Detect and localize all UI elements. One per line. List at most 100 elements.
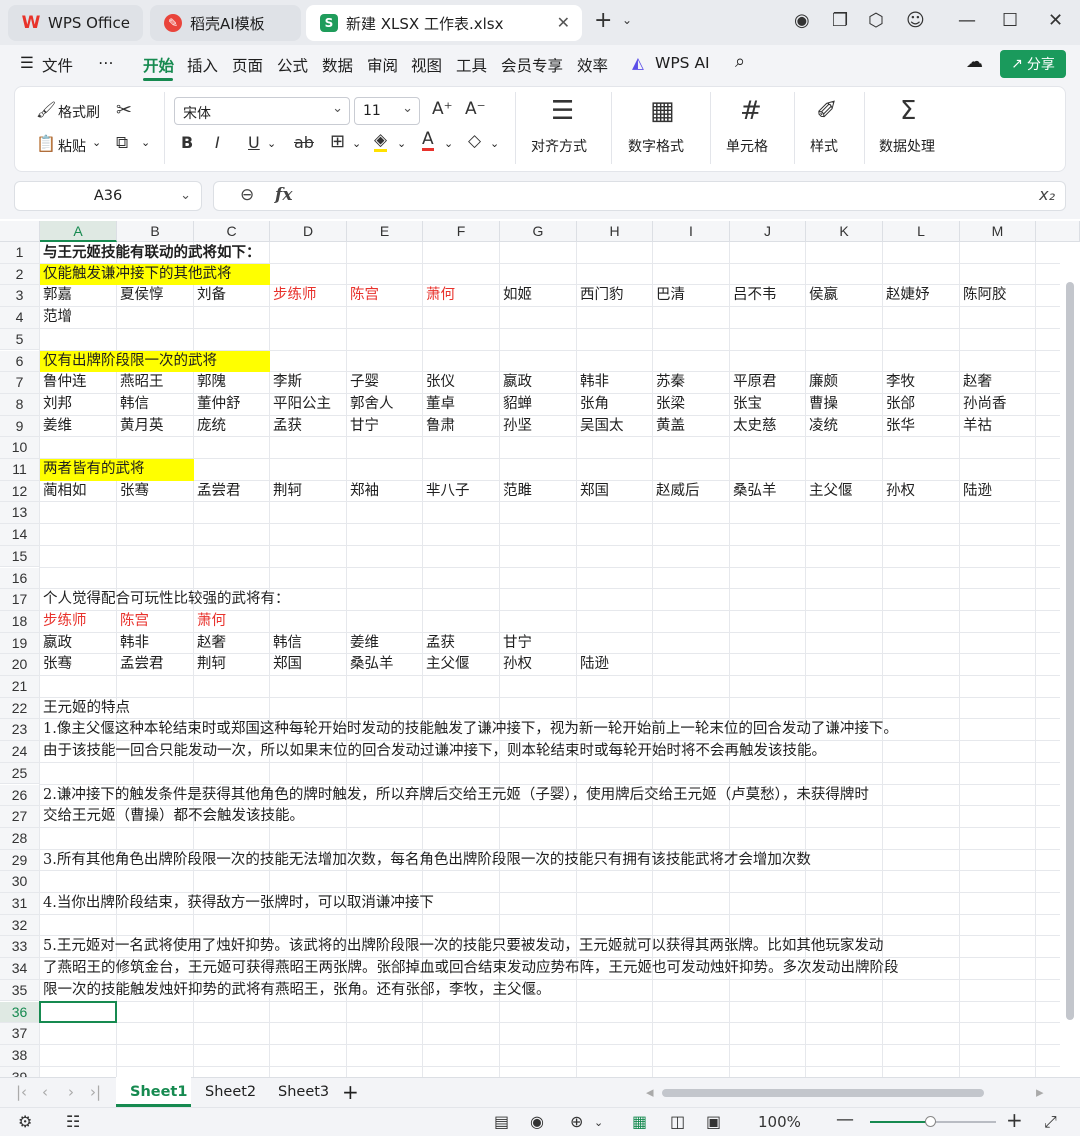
cell-f9[interactable]: 鲁肃 (423, 416, 455, 438)
name-box[interactable]: A36 ⌄ (14, 181, 202, 211)
cell-e20[interactable]: 桑弘羊 (347, 654, 394, 676)
cell-d20[interactable]: 郑国 (270, 654, 302, 676)
row-header-5[interactable]: 5 (0, 328, 40, 351)
horizontal-scrollbar[interactable] (662, 1089, 984, 1097)
cell-a8[interactable]: 刘邦 (40, 394, 72, 416)
zoom-slider-knob[interactable] (925, 1116, 936, 1127)
row-header-10[interactable]: 10 (0, 437, 40, 459)
row-header-26[interactable]: 26 (0, 784, 40, 807)
menu-page[interactable]: 页面 (232, 54, 263, 76)
font-size-select[interactable]: 11 ⌄ (354, 97, 420, 125)
row-header-25[interactable]: 25 (0, 762, 40, 785)
cell-a33[interactable]: 5.王元姬对一名武将使用了烛奸抑势。该武将的出牌阶段限一次的技能只要被发动，王元… (40, 936, 883, 958)
spreadsheet-grid[interactable]: A B C D E F G H I J K L M 1 2 3 4 5 6 7 8 9 10 11 12 13 14 15 16 17 18… (0, 219, 1080, 1077)
window-tile-icon[interactable]: ❐ (832, 10, 848, 31)
cell-a27[interactable]: 交给王元姬（曹操）都不会触发该技能。 (40, 806, 304, 828)
cell-i8[interactable]: 张梁 (653, 394, 685, 416)
cell-b9[interactable]: 黄月英 (117, 416, 164, 438)
cell-a24[interactable]: 由于该技能一回合只能发动一次，所以如果末位的回合发动过谦冲接下，则本轮结束时或每… (40, 741, 826, 763)
eye-protection-icon[interactable]: ◉ (530, 1112, 544, 1131)
next-sheet-icon[interactable]: › (68, 1083, 74, 1101)
chevron-down-icon[interactable]: ⌄ (594, 1116, 603, 1129)
column-header-j[interactable]: J (730, 221, 806, 242)
cell-i7[interactable]: 苏秦 (653, 372, 685, 394)
macro-icon[interactable]: ⚙ (18, 1112, 32, 1131)
cell-g7[interactable]: 嬴政 (500, 372, 532, 394)
cell-f7[interactable]: 张仪 (423, 372, 455, 394)
increase-font-icon[interactable]: A⁺ (432, 99, 453, 119)
row-header-33[interactable]: 33 (0, 936, 40, 959)
row-header-21[interactable]: 21 (0, 676, 40, 698)
cell-e7[interactable]: 子婴 (347, 372, 379, 394)
cell-j8[interactable]: 张宝 (730, 394, 762, 416)
cell-a22[interactable]: 王元姬的特点 (40, 698, 130, 720)
cell-m7[interactable]: 赵奢 (960, 372, 992, 394)
cell-f19[interactable]: 孟获 (423, 633, 455, 655)
menu-member[interactable]: 会员专享 (501, 54, 563, 76)
cell-d8[interactable]: 平阳公主 (270, 394, 331, 416)
page-layout-icon[interactable]: ◫ (670, 1112, 685, 1131)
row-header-30[interactable]: 30 (0, 871, 40, 893)
column-header-h[interactable]: H (577, 221, 653, 242)
cell-c20[interactable]: 荆轲 (194, 654, 226, 676)
row-header-36[interactable]: 36 (0, 1001, 40, 1024)
menu-data[interactable]: 数据 (322, 54, 353, 76)
cell-k12[interactable]: 主父偃 (806, 481, 853, 503)
menu-home[interactable]: 开始 (143, 54, 174, 76)
decrease-font-icon[interactable]: A⁻ (465, 99, 486, 119)
row-header-23[interactable]: 23 (0, 719, 40, 742)
row-header-38[interactable]: 38 (0, 1044, 40, 1067)
bold-icon[interactable]: B (181, 133, 193, 152)
avatar[interactable]: ☺ (906, 10, 925, 31)
cell-l12[interactable]: 孙权 (883, 481, 915, 503)
tab-docer-templates[interactable]: ✎ 稻壳AI模板 (150, 5, 301, 41)
row-header-29[interactable]: 29 (0, 849, 40, 872)
cell-c18[interactable]: 萧何 (194, 611, 226, 633)
row-header-31[interactable]: 31 (0, 893, 40, 915)
column-header-k[interactable]: K (806, 221, 883, 242)
cell-a34[interactable]: 了燕昭王的修筑金台，王元姬可获得燕昭王两张牌。张郃掉血或回合结束发动应势布阵，王… (40, 958, 899, 980)
hamburger-icon[interactable]: ☰ (20, 54, 34, 72)
cell-k9[interactable]: 凌统 (806, 416, 838, 438)
cell-h12[interactable]: 郑国 (577, 481, 609, 503)
cell-h20[interactable]: 陆逊 (577, 654, 609, 676)
cell-g9[interactable]: 孙坚 (500, 416, 532, 438)
font-color-icon[interactable]: A (422, 130, 434, 151)
row-header-9[interactable]: 9 (0, 415, 40, 438)
cell-l9[interactable]: 张华 (883, 416, 915, 438)
cell-h7[interactable]: 韩非 (577, 372, 609, 394)
prev-sheet-icon[interactable]: ‹ (42, 1083, 48, 1101)
cloud-sync-icon[interactable]: ☁ (966, 52, 983, 72)
cell-j9[interactable]: 太史慈 (730, 416, 777, 438)
cell-c12[interactable]: 孟尝君 (194, 481, 241, 503)
cell-a2[interactable]: 仅能触发谦冲接下的其他武将 (40, 264, 232, 286)
cell-b3[interactable]: 夏侯惇 (117, 285, 164, 307)
cube-icon[interactable]: ⬡ (868, 10, 884, 31)
tab-wps-office[interactable]: W WPS Office (8, 5, 143, 41)
column-header-g[interactable]: G (500, 221, 577, 242)
cell-f12[interactable]: 芈八子 (423, 481, 470, 503)
cell-g19[interactable]: 甘宁 (500, 633, 532, 655)
cell-b20[interactable]: 孟尝君 (117, 654, 164, 676)
row-header-13[interactable]: 13 (0, 502, 40, 525)
strikethrough-icon[interactable]: ab (294, 133, 314, 152)
page-break-icon[interactable]: ▣ (706, 1112, 721, 1131)
cell-a29[interactable]: 3.所有其他角色出牌阶段限一次的技能无法增加次数，每名角色出牌阶段限一次的技能只… (40, 850, 811, 872)
row-header-12[interactable]: 12 (0, 480, 40, 503)
scroll-left-icon[interactable]: ◂ (646, 1083, 654, 1101)
cell-e3[interactable]: 陈宫 (347, 285, 379, 307)
row-header-27[interactable]: 27 (0, 806, 40, 828)
normal-view-icon[interactable]: ▦ (632, 1112, 647, 1131)
row-header-8[interactable]: 8 (0, 393, 40, 416)
font-name-select[interactable]: 宋体 ⌄ (174, 97, 350, 125)
cell-a31[interactable]: 4.当你出牌阶段结束，获得敌方一张牌时，可以取消谦冲接下 (40, 893, 434, 915)
row-header-19[interactable]: 19 (0, 632, 40, 655)
chevron-down-icon[interactable]: ⌄ (141, 136, 150, 149)
row-header-34[interactable]: 34 (0, 958, 40, 980)
align-button[interactable]: 对齐方式 (531, 136, 587, 156)
row-header-37[interactable]: 37 (0, 1023, 40, 1045)
minimize-icon[interactable]: — (958, 10, 976, 31)
zoom-level[interactable]: 100% (758, 1113, 801, 1131)
column-header-i[interactable]: I (653, 221, 730, 242)
cell-a6[interactable]: 仅有出牌阶段限一次的武将 (40, 351, 217, 373)
